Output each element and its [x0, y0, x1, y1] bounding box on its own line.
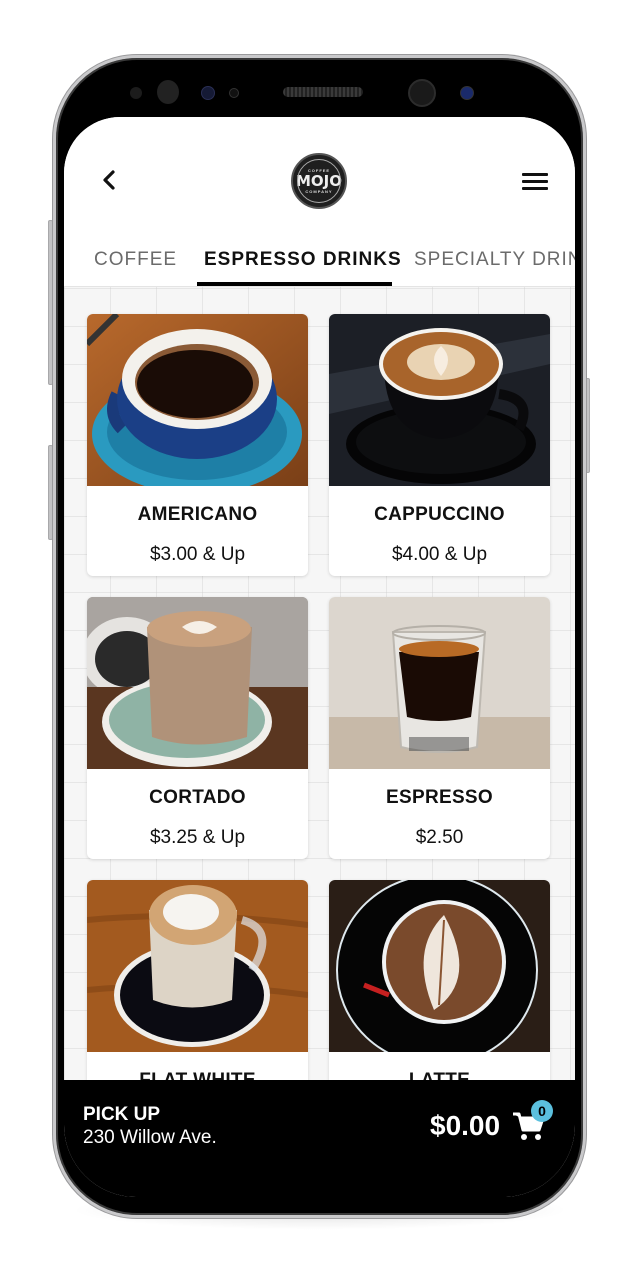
product-price: $2.50 — [415, 827, 464, 848]
earpiece-speaker — [283, 87, 363, 97]
pickup-label[interactable]: PICK UP — [83, 1104, 160, 1126]
order-bar: PICK UP 230 Willow Ave. $0.00 0 — [64, 1080, 575, 1197]
active-tab-indicator — [197, 282, 392, 286]
product-name: AMERICANO — [137, 504, 258, 525]
cortado-image — [87, 597, 308, 769]
cart-count-badge: 0 — [531, 1100, 553, 1122]
pickup-address[interactable]: 230 Willow Ave. — [83, 1127, 217, 1149]
menu-line — [522, 173, 548, 176]
product-price: $4.00 & Up — [391, 544, 488, 565]
back-button[interactable] — [94, 165, 124, 195]
product-card-espresso[interactable]: ESPRESSO $2.50 — [329, 597, 550, 859]
proximity-sensor — [130, 87, 142, 99]
tab-espresso-drinks[interactable]: ESPRESSO DRINKS — [204, 249, 402, 271]
app-header: COFFEE MOJO COMPANY COFFEE ESPRESSO DRIN… — [64, 117, 575, 287]
category-tabs: COFFEE ESPRESSO DRINKS SPECIALTY DRIN — [64, 237, 575, 287]
product-grid-container[interactable]: AMERICANO $3.00 & Up CAPPUCCINO $4.00 & … — [64, 287, 575, 1087]
espresso-image — [329, 597, 550, 769]
product-card-cortado[interactable]: CORTADO $3.25 & Up — [87, 597, 308, 859]
product-price: $3.00 & Up — [149, 544, 246, 565]
product-card-latte[interactable]: LATTE — [329, 880, 550, 1087]
chevron-left-icon — [103, 170, 115, 190]
cappuccino-image — [329, 314, 550, 486]
light-sensor — [157, 80, 179, 104]
front-camera — [408, 79, 436, 107]
product-name: CAPPUCCINO — [374, 504, 505, 525]
latte-image — [329, 880, 550, 1052]
menu-line — [522, 180, 548, 183]
product-name: ESPRESSO — [386, 787, 493, 808]
hamburger-menu-icon[interactable] — [520, 167, 550, 195]
tab-coffee[interactable]: COFFEE — [94, 249, 177, 271]
iris-sensor — [201, 86, 215, 100]
app-screen: COFFEE MOJO COMPANY COFFEE ESPRESSO DRIN… — [64, 117, 575, 1197]
americano-image — [87, 314, 308, 486]
flat-white-image — [87, 880, 308, 1052]
logo-ring — [297, 159, 341, 203]
led-indicator — [229, 88, 239, 98]
iris-camera — [460, 86, 474, 100]
brand-logo[interactable]: COFFEE MOJO COMPANY — [291, 153, 347, 209]
menu-line — [522, 187, 548, 190]
product-card-americano[interactable]: AMERICANO $3.00 & Up — [87, 314, 308, 576]
tab-specialty-drinks[interactable]: SPECIALTY DRIN — [414, 249, 575, 271]
cart-total[interactable]: $0.00 — [430, 1110, 500, 1142]
product-card-cappuccino[interactable]: CAPPUCCINO $4.00 & Up — [329, 314, 550, 576]
product-price: $3.25 & Up — [149, 827, 246, 848]
product-card-flat-white[interactable]: FLAT WHITE — [87, 880, 308, 1087]
product-name: CORTADO — [149, 787, 246, 808]
